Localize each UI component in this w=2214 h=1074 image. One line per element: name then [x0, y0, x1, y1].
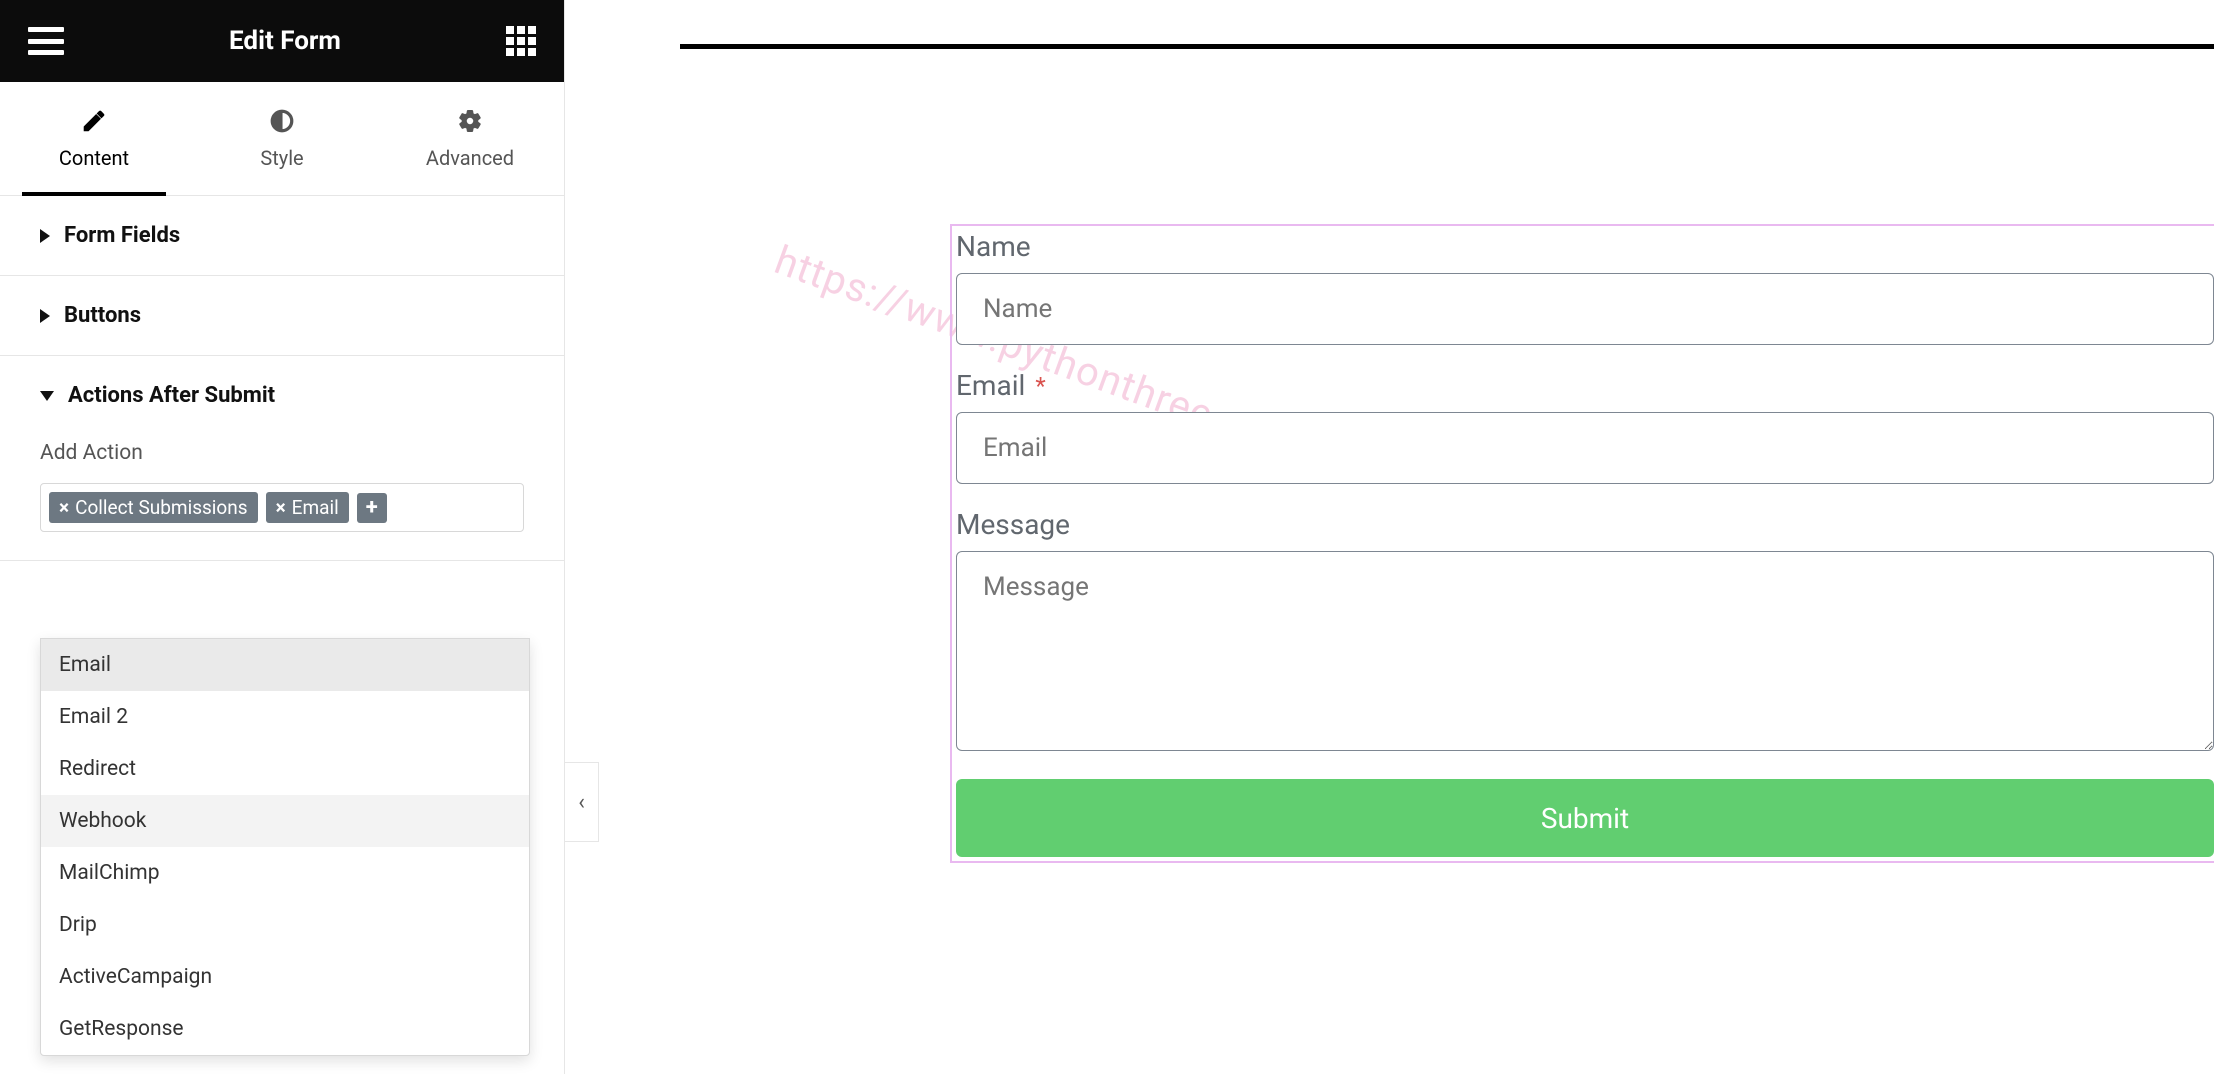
- add-action-tagbox[interactable]: ×Collect Submissions ×Email +: [40, 483, 524, 532]
- caret-down-icon: [40, 391, 54, 401]
- dropdown-option[interactable]: Drip: [41, 899, 529, 951]
- action-tag[interactable]: ×Collect Submissions: [49, 492, 258, 523]
- caret-right-icon: [40, 309, 50, 323]
- required-asterisk: *: [1035, 372, 1045, 400]
- section-form-fields-label: Form Fields: [64, 223, 180, 248]
- dropdown-option[interactable]: Redirect: [41, 743, 529, 795]
- section-actions-toggle[interactable]: Actions After Submit: [0, 356, 564, 435]
- action-tag[interactable]: ×Email: [266, 492, 349, 523]
- add-action-label: Add Action: [40, 441, 524, 465]
- section-actions-after-submit: Actions After Submit Add Action ×Collect…: [0, 356, 564, 561]
- dropdown-option[interactable]: Webhook: [41, 795, 529, 847]
- section-buttons: Buttons: [0, 276, 564, 356]
- section-actions-body: Add Action ×Collect Submissions ×Email +: [0, 441, 564, 560]
- dropdown-option[interactable]: Email: [41, 639, 529, 691]
- panel-tabs: Content Style Advanced: [0, 82, 564, 196]
- caret-right-icon: [40, 229, 50, 243]
- add-action-dropdown[interactable]: EmailEmail 2RedirectWebhookMailChimpDrip…: [40, 638, 530, 1056]
- form-widget[interactable]: Name Email * Message Submit: [950, 224, 2214, 863]
- contrast-icon: [269, 108, 295, 134]
- tag-remove-icon[interactable]: ×: [276, 496, 286, 519]
- section-form-fields: Form Fields: [0, 196, 564, 276]
- chevron-left-icon: ‹: [578, 790, 585, 815]
- panel-collapse-handle[interactable]: ‹: [565, 762, 599, 842]
- menu-icon[interactable]: [28, 27, 64, 55]
- tab-style[interactable]: Style: [188, 82, 376, 195]
- add-action-plus-button[interactable]: +: [357, 493, 387, 523]
- panel-title: Edit Form: [64, 26, 506, 56]
- editor-panel: Edit Form Content Style Advanced F: [0, 0, 565, 1074]
- form-field-input[interactable]: [956, 412, 2214, 484]
- tab-content[interactable]: Content: [0, 82, 188, 195]
- form-field-label: Email *: [956, 369, 1046, 402]
- submit-button[interactable]: Submit: [956, 779, 2214, 857]
- form-field: Name: [956, 230, 2214, 345]
- tag-remove-icon[interactable]: ×: [59, 496, 69, 519]
- form-field-label: Name: [956, 230, 1031, 263]
- pencil-icon: [81, 108, 107, 134]
- dropdown-option[interactable]: Email 2: [41, 691, 529, 743]
- dropdown-option[interactable]: ActiveCampaign: [41, 951, 529, 1003]
- section-form-fields-toggle[interactable]: Form Fields: [0, 196, 564, 275]
- section-actions-label: Actions After Submit: [68, 383, 275, 408]
- form-field-input[interactable]: [956, 273, 2214, 345]
- tab-style-label: Style: [260, 146, 303, 170]
- dropdown-option[interactable]: GetResponse: [41, 1003, 529, 1055]
- canvas-section-divider[interactable]: [680, 44, 2214, 49]
- form-field-input[interactable]: [956, 551, 2214, 751]
- form-field: Message: [956, 508, 2214, 755]
- tab-advanced-label: Advanced: [426, 146, 514, 170]
- dropdown-option[interactable]: MailChimp: [41, 847, 529, 899]
- panel-header: Edit Form: [0, 0, 564, 82]
- form-field-label: Message: [956, 508, 1070, 541]
- section-buttons-toggle[interactable]: Buttons: [0, 276, 564, 355]
- tab-content-label: Content: [59, 146, 129, 170]
- gear-icon: [457, 108, 483, 134]
- form-field: Email *: [956, 369, 2214, 484]
- tab-advanced[interactable]: Advanced: [376, 82, 564, 195]
- section-buttons-label: Buttons: [64, 303, 141, 328]
- apps-grid-icon[interactable]: [506, 26, 536, 56]
